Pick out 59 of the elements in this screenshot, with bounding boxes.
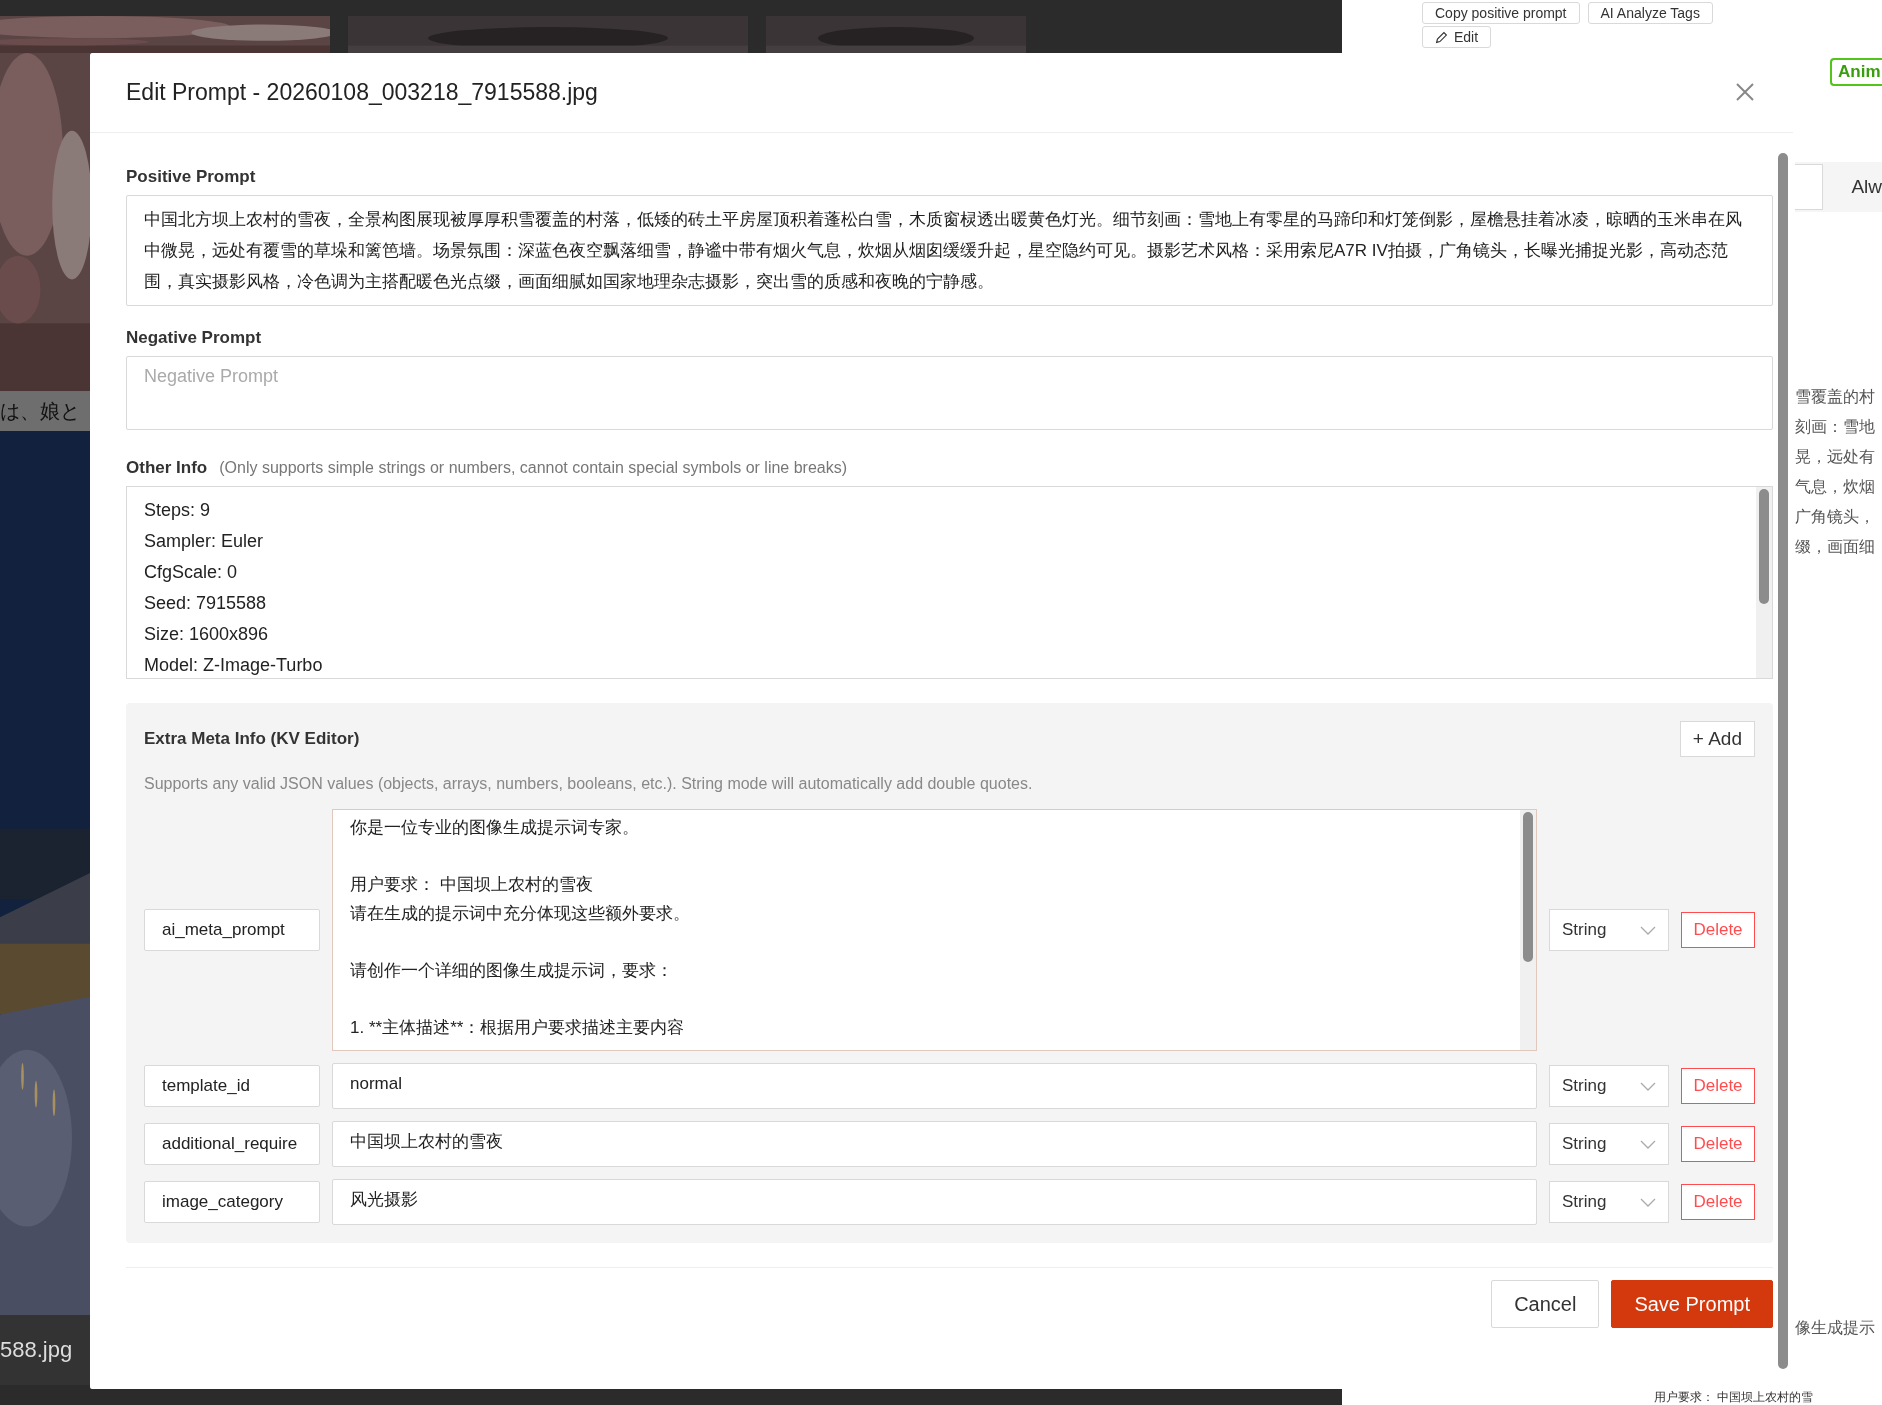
chevron-down-icon [1640,925,1656,935]
value-field[interactable]: 风光摄影 [332,1179,1537,1225]
field-label: Other Info [126,458,208,478]
field-label: Negative Prompt [126,328,262,348]
toolbar-button[interactable]: Copy positive prompt [1422,2,1580,24]
close-icon [1735,81,1755,102]
text-line: 你是一位专业的图像生成提示词专家。 [350,817,640,839]
prompt-text-line: 广角镜头， [1795,506,1876,528]
info-line: Model: Z-Image-Turbo [144,654,324,677]
prompt-text-line: 晃，远处有 [1795,446,1876,468]
tag: Anim [1830,58,1882,86]
info-line: Sampler: Euler [144,530,265,553]
prompt-text-line: 气息，炊烟 [1795,476,1876,498]
edit-button[interactable]: Edit [1422,26,1492,48]
save-button[interactable]: Save Prompt [1611,1280,1773,1328]
file-name: 588.jpg [0,1315,90,1385]
prompt-text-line: 用户要求： 中国坝上农村的雪 [1653,1389,1815,1405]
panel-hint: Supports any valid JSON values (objects, arrays, numbers, booleans, etc.). String mode will automatically add double quotes. [144,775,1034,793]
cancel-button[interactable]: Cancel [1491,1280,1600,1328]
pencil-icon [1435,30,1448,44]
text-line: 1. **主体描述**：根据用户要求描述主要内容 [350,1016,686,1039]
other-info-field[interactable]: Steps: 9 Sampler: Euler CfgScale: 0 Seed: 7915588 Size: 1600x896 Model: Z-Image-Turbo [126,486,1773,679]
scrollbar-thumb[interactable] [1523,812,1533,962]
prompt-text-line: 雪覆盖的村 [1795,386,1876,408]
text-line: 请创作一个详细的图像生成提示词，要求： [350,959,674,982]
text-line: 请在生成的提示词中充分体现这些额外要求。 [350,902,691,925]
text-line: 用户要求： 中国坝上农村的雪夜 [350,874,594,896]
positive-prompt-field[interactable]: 中国北方坝上农村的雪夜，全景构图展现被厚厚积雪覆盖的村落，低矮的砖土平房屋顶积着蓬松白雪，木质窗棂透出暖黄色灯光。细节刻画：雪地上有零星的马蹄印和灯笼倒影，屋檐悬挂着冰凌，晾晒的玉米串在风中微晃，远处有覆雪的草垛和篱笆墙。场景氛围：深蓝色夜空飘落细雪，静谧中带有烟火气息，炊烟从烟囱缓缓升起，星空隐约可见。摄影艺术风格：采用索尼A7R IV拍摄，广角镜头，长曝光捕捉光影，高动态范围，真实摄影风格，冷色调为主搭配暖色光点缀，画面细腻如国家地理杂志摄影，突出雪的质感和夜晚的宁静感。 [126,195,1773,306]
prompt-text-line: 缀，画面细 [1795,536,1876,558]
field-hint: (Only supports simple strings or numbers, cannot contain special symbols or line breaks) [219,459,848,477]
scrollbar-thumb[interactable] [1759,489,1769,604]
key-field[interactable]: template_id [144,1065,320,1107]
value-field[interactable]: 中国坝上农村的雪夜 [332,1121,1537,1167]
scrollbar-thumb[interactable] [1778,153,1788,1369]
image-caption: は、娘と [0,391,90,431]
info-line: Seed: 7915588 [144,592,268,615]
key-field[interactable]: image_category [144,1181,320,1223]
chevron-down-icon [1640,1081,1656,1091]
chevron-down-icon [1640,1139,1656,1149]
info-line: Size: 1600x896 [144,623,270,646]
prompt-text-line: 刻画：雪地 [1795,416,1876,438]
info-line: Steps: 9 [144,499,212,522]
add-button[interactable]: + Add [1679,721,1755,757]
chevron-down-icon [1640,1197,1656,1207]
type-select[interactable]: String [1549,909,1669,951]
key-field[interactable]: ai_meta_prompt [144,909,320,951]
type-select[interactable]: String [1549,1181,1669,1223]
input-field[interactable] [1795,164,1824,210]
field-label: Positive Prompt [126,167,256,187]
prompt-text-line: 像生成提示 [1795,1318,1876,1338]
panel-title: Extra Meta Info (KV Editor) [144,729,360,749]
type-select[interactable]: String [1549,1123,1669,1165]
toolbar-button[interactable]: AI Analyze Tags [1587,2,1713,24]
select-value: Alw [1851,176,1882,198]
info-line: CfgScale: 0 [144,561,239,584]
value-field[interactable]: normal [332,1063,1537,1109]
dialog-title: Edit Prompt - 20260108_003218_7915588.jpg [126,79,598,106]
type-select[interactable]: String [1549,1065,1669,1107]
key-field[interactable]: additional_require [144,1123,320,1165]
